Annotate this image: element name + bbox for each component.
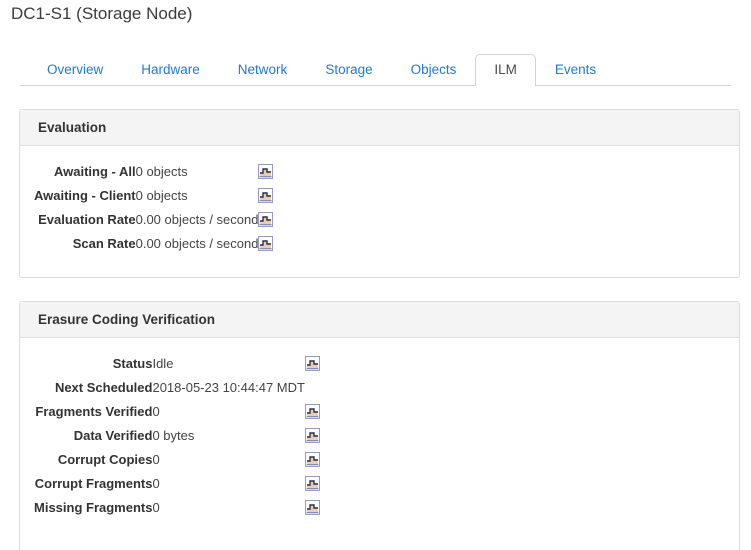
- chart-icon[interactable]: [258, 212, 273, 227]
- attribute-chart-cell[interactable]: [305, 448, 327, 472]
- attribute-chart-cell[interactable]: [305, 472, 327, 496]
- attribute-value: 2018-05-23 10:44:47 MDT: [152, 376, 304, 400]
- attribute-row: Next Scheduled2018-05-23 10:44:47 MDT: [34, 376, 327, 400]
- attribute-label: Awaiting - Client: [34, 184, 136, 208]
- attribute-chart-cell[interactable]: [258, 184, 280, 208]
- attribute-label: Corrupt Fragments: [34, 472, 152, 496]
- tab-ilm[interactable]: ILM: [475, 54, 536, 86]
- attribute-chart-cell[interactable]: [258, 232, 280, 256]
- attribute-value: 0 bytes: [152, 424, 304, 448]
- attribute-label: Evaluation Rate: [34, 208, 136, 232]
- tab-events[interactable]: Events: [536, 54, 615, 86]
- attribute-row: Awaiting - Client0 objects: [34, 184, 280, 208]
- chart-icon[interactable]: [258, 164, 273, 179]
- page-title: DC1-S1 (Storage Node): [11, 3, 192, 25]
- erasure-attribute-table: StatusIdleNext Scheduled2018-05-23 10:44…: [34, 352, 327, 520]
- attribute-value: 0: [152, 472, 304, 496]
- evaluation-attribute-table: Awaiting - All0 objectsAwaiting - Client…: [34, 160, 280, 256]
- attribute-row: Corrupt Fragments0: [34, 472, 327, 496]
- attribute-label: Next Scheduled: [34, 376, 152, 400]
- chart-icon[interactable]: [305, 476, 320, 491]
- tab-bar: OverviewHardwareNetworkStorageObjectsILM…: [0, 54, 751, 86]
- attribute-chart-cell[interactable]: [305, 424, 327, 448]
- ilm-page: DC1-S1 (Storage Node) OverviewHardwareNe…: [0, 0, 751, 550]
- attribute-value: Idle: [152, 352, 304, 376]
- attribute-value: 0: [152, 400, 304, 424]
- attribute-row: Evaluation Rate0.00 objects / second: [34, 208, 280, 232]
- attribute-value: 0 objects: [136, 160, 259, 184]
- attribute-chart-cell[interactable]: [258, 160, 280, 184]
- tab-objects[interactable]: Objects: [392, 54, 476, 86]
- attribute-chart-cell[interactable]: [305, 400, 327, 424]
- attribute-row: Corrupt Copies0: [34, 448, 327, 472]
- attribute-value: 0.00 objects / second: [136, 208, 259, 232]
- panel-evaluation-title: Evaluation: [38, 120, 106, 136]
- attribute-value: 0: [152, 496, 304, 520]
- attribute-chart-cell[interactable]: [258, 208, 280, 232]
- tab-overview[interactable]: Overview: [28, 54, 122, 86]
- chart-icon[interactable]: [305, 452, 320, 467]
- attribute-chart-cell: [305, 376, 327, 400]
- panel-evaluation-body: Awaiting - All0 objectsAwaiting - Client…: [20, 146, 739, 256]
- panel-erasure-coding-verification: Erasure Coding Verification StatusIdleNe…: [19, 301, 740, 550]
- attribute-label: Data Verified: [34, 424, 152, 448]
- chart-icon[interactable]: [258, 188, 273, 203]
- attribute-value: 0.00 objects / second: [136, 232, 259, 256]
- panel-evaluation: Evaluation Awaiting - All0 objectsAwaiti…: [19, 109, 740, 278]
- attribute-value: 0 objects: [136, 184, 259, 208]
- panel-erasure-body: StatusIdleNext Scheduled2018-05-23 10:44…: [20, 338, 739, 520]
- panel-erasure-header: Erasure Coding Verification: [20, 302, 739, 338]
- tab-hardware[interactable]: Hardware: [122, 54, 219, 86]
- attribute-label: Status: [34, 352, 152, 376]
- chart-icon[interactable]: [305, 428, 320, 443]
- panel-erasure-title: Erasure Coding Verification: [38, 312, 215, 328]
- attribute-row: Awaiting - All0 objects: [34, 160, 280, 184]
- chart-icon[interactable]: [305, 356, 320, 371]
- chart-icon[interactable]: [305, 500, 320, 515]
- tab-network[interactable]: Network: [219, 54, 307, 86]
- attribute-label: Awaiting - All: [34, 160, 136, 184]
- attribute-label: Corrupt Copies: [34, 448, 152, 472]
- chart-icon[interactable]: [258, 236, 273, 251]
- attribute-row: Missing Fragments0: [34, 496, 327, 520]
- attribute-label: Fragments Verified: [34, 400, 152, 424]
- panel-evaluation-header: Evaluation: [20, 110, 739, 146]
- attribute-chart-cell[interactable]: [305, 352, 327, 376]
- tab-storage[interactable]: Storage: [306, 54, 391, 86]
- chart-icon[interactable]: [305, 404, 320, 419]
- attribute-row: Data Verified0 bytes: [34, 424, 327, 448]
- attribute-label: Missing Fragments: [34, 496, 152, 520]
- attribute-value: 0: [152, 448, 304, 472]
- attribute-row: Scan Rate0.00 objects / second: [34, 232, 280, 256]
- attribute-label: Scan Rate: [34, 232, 136, 256]
- tab-list: OverviewHardwareNetworkStorageObjectsILM…: [28, 54, 615, 86]
- attribute-row: Fragments Verified0: [34, 400, 327, 424]
- attribute-chart-cell[interactable]: [305, 496, 327, 520]
- attribute-row: StatusIdle: [34, 352, 327, 376]
